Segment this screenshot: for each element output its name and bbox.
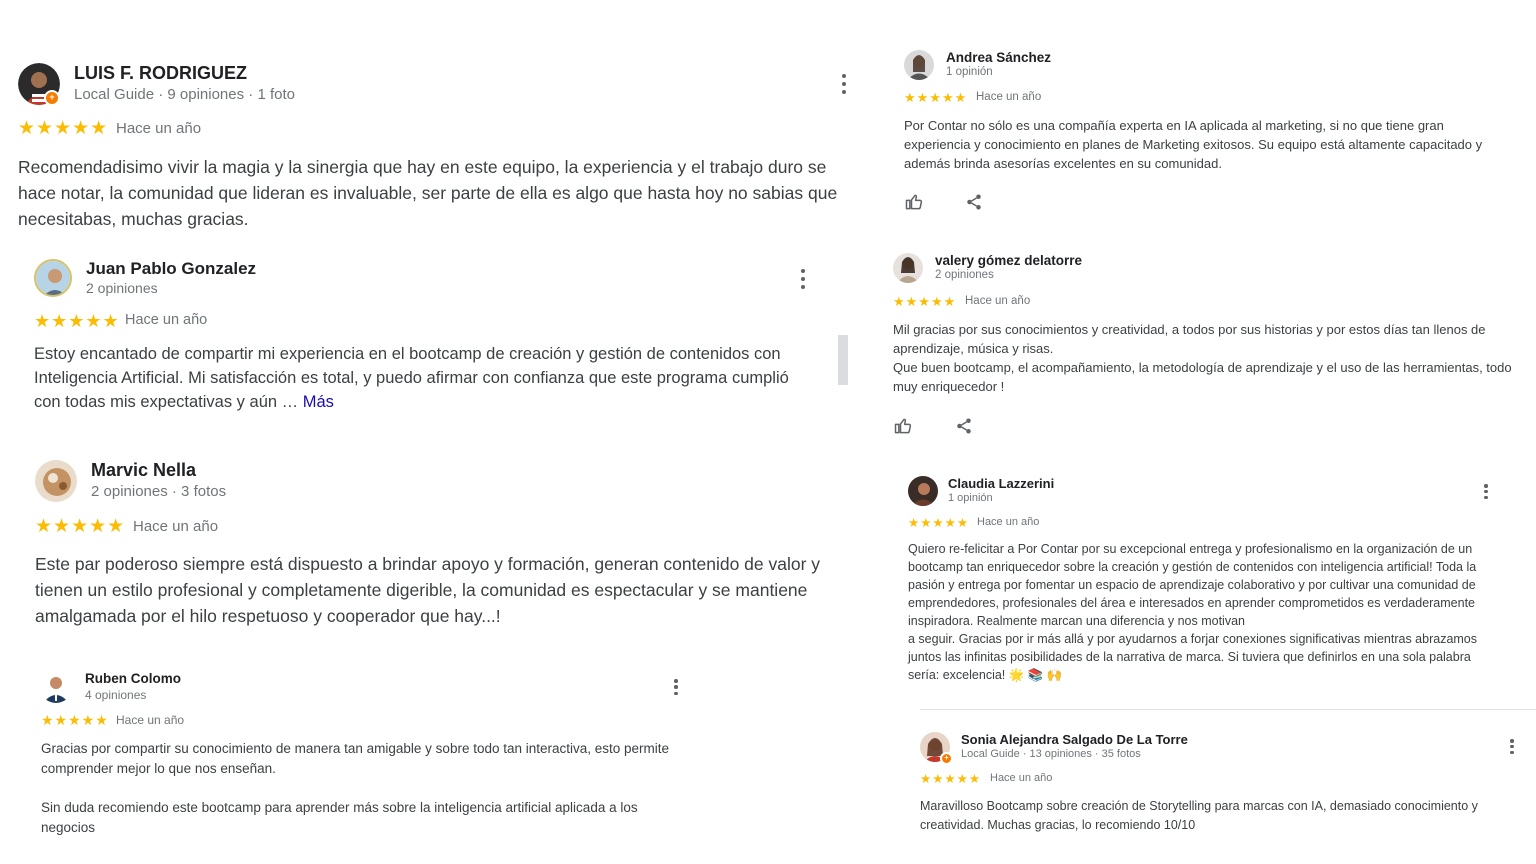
avatar[interactable]	[34, 259, 72, 297]
share-icon[interactable]	[965, 193, 983, 211]
review-card: + LUIS F. RODRIGUEZ Local Guide · 9 opin…	[0, 0, 870, 240]
star-rating: ★★★★★	[35, 516, 126, 537]
review-card: valery gómez delatorre 2 opiniones ★★★★★…	[880, 243, 1536, 443]
review-card: Juan Pablo Gonzalez 2 opiniones ★★★★★ Ha…	[0, 250, 870, 430]
share-icon[interactable]	[955, 417, 973, 435]
author-name[interactable]: Sonia Alejandra Salgado De La Torre	[961, 732, 1188, 747]
star-rating: ★★★★★	[904, 90, 968, 105]
author-meta: Local Guide · 13 opiniones · 35 fotos	[961, 748, 1141, 760]
avatar[interactable]	[35, 460, 77, 502]
review-time: Hace un año	[133, 518, 219, 535]
review-time: Hace un año	[990, 772, 1053, 784]
more-vert-icon[interactable]	[799, 269, 807, 289]
scrollbar-thumb[interactable]	[838, 335, 848, 385]
author-meta: 2 opiniones	[935, 269, 994, 281]
review-text-paragraph-2: Que buen bootcamp, el acompañamiento, la…	[893, 360, 1512, 394]
review-text: Mil gracias por sus conocimientos y crea…	[893, 322, 1486, 356]
avatar[interactable]	[893, 253, 923, 283]
review-time: Hace un año	[976, 91, 1042, 103]
author-meta: 1 opinión	[946, 66, 993, 78]
star-rating: ★★★★★	[908, 516, 970, 530]
avatar[interactable]	[40, 671, 72, 703]
local-guide-badge-icon: +	[940, 752, 953, 765]
author-name[interactable]: Claudia Lazzerini	[948, 476, 1054, 491]
star-rating: ★★★★★	[18, 118, 109, 139]
review-time: Hace un año	[116, 713, 185, 727]
author-name[interactable]: valery gómez delatorre	[935, 253, 1082, 268]
review-text: Este par poderoso siempre está dispuesto…	[35, 554, 821, 626]
thumb-up-icon[interactable]	[893, 416, 913, 436]
author-name[interactable]: Juan Pablo Gonzalez	[86, 259, 256, 279]
author-name[interactable]: Marvic Nella	[91, 460, 196, 481]
review-text-content: Estoy encantado de compartir mi experien…	[34, 345, 789, 411]
star-rating: ★★★★★	[893, 294, 957, 309]
review-card: Marvic Nella 2 opiniones · 3 fotos ★★★★★…	[0, 450, 870, 640]
review-text: Por Contar no sólo es una compañía exper…	[904, 118, 1483, 171]
author-meta: 4 opiniones	[85, 688, 147, 702]
review-time: Hace un año	[977, 516, 1040, 528]
star-rating: ★★★★★	[41, 712, 109, 728]
review-card: + Sonia Alejandra Salgado De La Torre Lo…	[905, 720, 1536, 864]
review-text-paragraph-2: a seguir. Gracias por ir más allá y por …	[908, 632, 1478, 682]
author-meta: 1 opinión	[948, 492, 993, 504]
star-rating: ★★★★★	[920, 772, 982, 786]
more-vert-icon[interactable]	[1508, 739, 1516, 754]
thumb-up-icon[interactable]	[904, 192, 924, 212]
author-name[interactable]: LUIS F. RODRIGUEZ	[74, 63, 247, 84]
review-text: Maravilloso Bootcamp sobre creación de S…	[920, 799, 1478, 832]
avatar[interactable]	[908, 476, 938, 506]
review-text: Quiero re-felicitar a Por Contar por su …	[908, 542, 1477, 628]
author-name[interactable]: Andrea Sánchez	[946, 50, 1051, 65]
author-meta: Local Guide · 9 opiniones · 1 foto	[74, 86, 295, 103]
review-time: Hace un año	[116, 120, 202, 137]
more-vert-icon[interactable]	[840, 74, 848, 94]
review-text: Estoy encantado de compartir mi experien…	[34, 342, 819, 414]
review-card: Claudia Lazzerini 1 opinión ★★★★★ Hace u…	[895, 466, 1536, 696]
star-rating: ★★★★★	[34, 311, 120, 331]
review-text: Gracias por compartir su conocimiento de…	[41, 741, 670, 776]
divider	[920, 709, 1536, 710]
review-text-paragraph-2: Sin duda recomiendo este bootcamp para a…	[41, 800, 638, 835]
review-text: Recomendadisimo vivir la magia y la sine…	[18, 157, 838, 229]
author-meta: 2 opiniones	[86, 280, 158, 296]
author-name[interactable]: Ruben Colomo	[85, 671, 181, 686]
read-more-link[interactable]: Más	[303, 393, 334, 411]
more-vert-icon[interactable]	[1482, 484, 1490, 499]
avatar[interactable]	[904, 50, 934, 80]
author-meta: 2 opiniones · 3 fotos	[91, 483, 227, 500]
review-time: Hace un año	[125, 312, 208, 328]
more-vert-icon[interactable]	[672, 679, 680, 695]
review-time: Hace un año	[965, 295, 1031, 307]
local-guide-badge-icon: +	[44, 90, 60, 106]
review-card: Andrea Sánchez 1 opinión ★★★★★ Hace un a…	[890, 40, 1536, 220]
review-card: Ruben Colomo 4 opiniones ★★★★★ Hace un a…	[0, 660, 870, 864]
